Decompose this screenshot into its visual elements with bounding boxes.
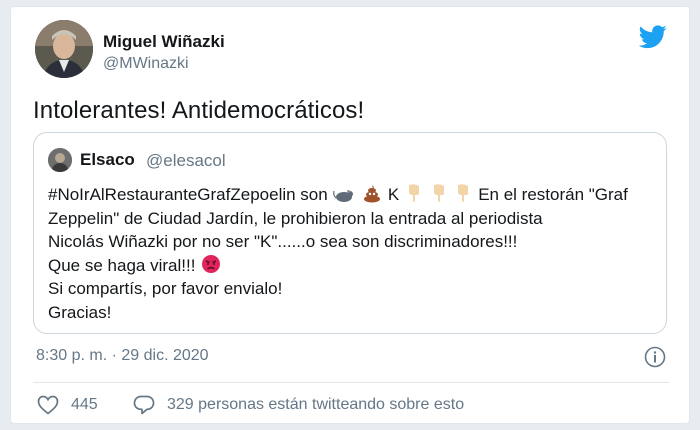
like-button[interactable]: 445: [37, 395, 98, 415]
author-name[interactable]: Miguel Wiñazki: [103, 32, 225, 52]
tweet-timestamp[interactable]: 8:30 p. m. · 29 dic. 2020: [36, 347, 209, 365]
twitter-bird-icon[interactable]: [639, 25, 667, 49]
quoted-tweet[interactable]: Elsaco @elesacol #NoIrAlRestauranteGrafZ…: [33, 132, 667, 334]
text-line-2: Zeppelin" de Ciudad Jardín, le prohibier…: [48, 208, 543, 228]
text-line-4: Que se haga viral!!!: [48, 255, 196, 275]
tweet-text: Intolerantes! Antidemocráticos!: [33, 97, 365, 124]
divider: [33, 382, 669, 383]
quoted-author-handle[interactable]: @elesacol: [146, 151, 226, 171]
speech-bubble-icon: [133, 395, 155, 415]
poop-emoji: [364, 185, 381, 203]
point-down-emoji: [458, 184, 469, 202]
text-line-6: Gracias!: [48, 302, 112, 322]
k-text: K: [387, 185, 400, 204]
discussion-link[interactable]: 329 personas están twitteando sobre esto: [133, 395, 464, 415]
tweet-card: Miguel Wiñazki @MWinazki Intolerantes! A…: [10, 6, 690, 424]
quoted-author-avatar[interactable]: [48, 148, 72, 172]
info-icon[interactable]: [644, 346, 666, 368]
discussion-text: 329 personas están twitteando sobre esto: [167, 396, 465, 413]
point-down-emoji: [433, 184, 444, 202]
heart-icon: [37, 395, 59, 415]
quoted-author-name[interactable]: Elsaco: [80, 150, 135, 170]
like-count: 445: [71, 396, 98, 413]
angry-face-emoji: [202, 254, 221, 273]
author-avatar[interactable]: [35, 20, 93, 78]
text-line-1-end: En el restorán "Graf: [478, 185, 628, 204]
text-line-5: Si compartís, por favor envialo!: [48, 279, 283, 298]
author-handle[interactable]: @MWinazki: [103, 55, 189, 73]
point-down-emoji: [408, 184, 419, 202]
rat-emoji: [333, 190, 354, 202]
quoted-tweet-text: #NoIrAlRestauranteGrafZepoelin son K En …: [48, 183, 658, 324]
text-line-3: Nicolás Wiñazki por no ser "K"......o se…: [48, 232, 518, 251]
hashtag-line-start: #NoIrAlRestauranteGrafZepoelin son: [48, 185, 328, 204]
